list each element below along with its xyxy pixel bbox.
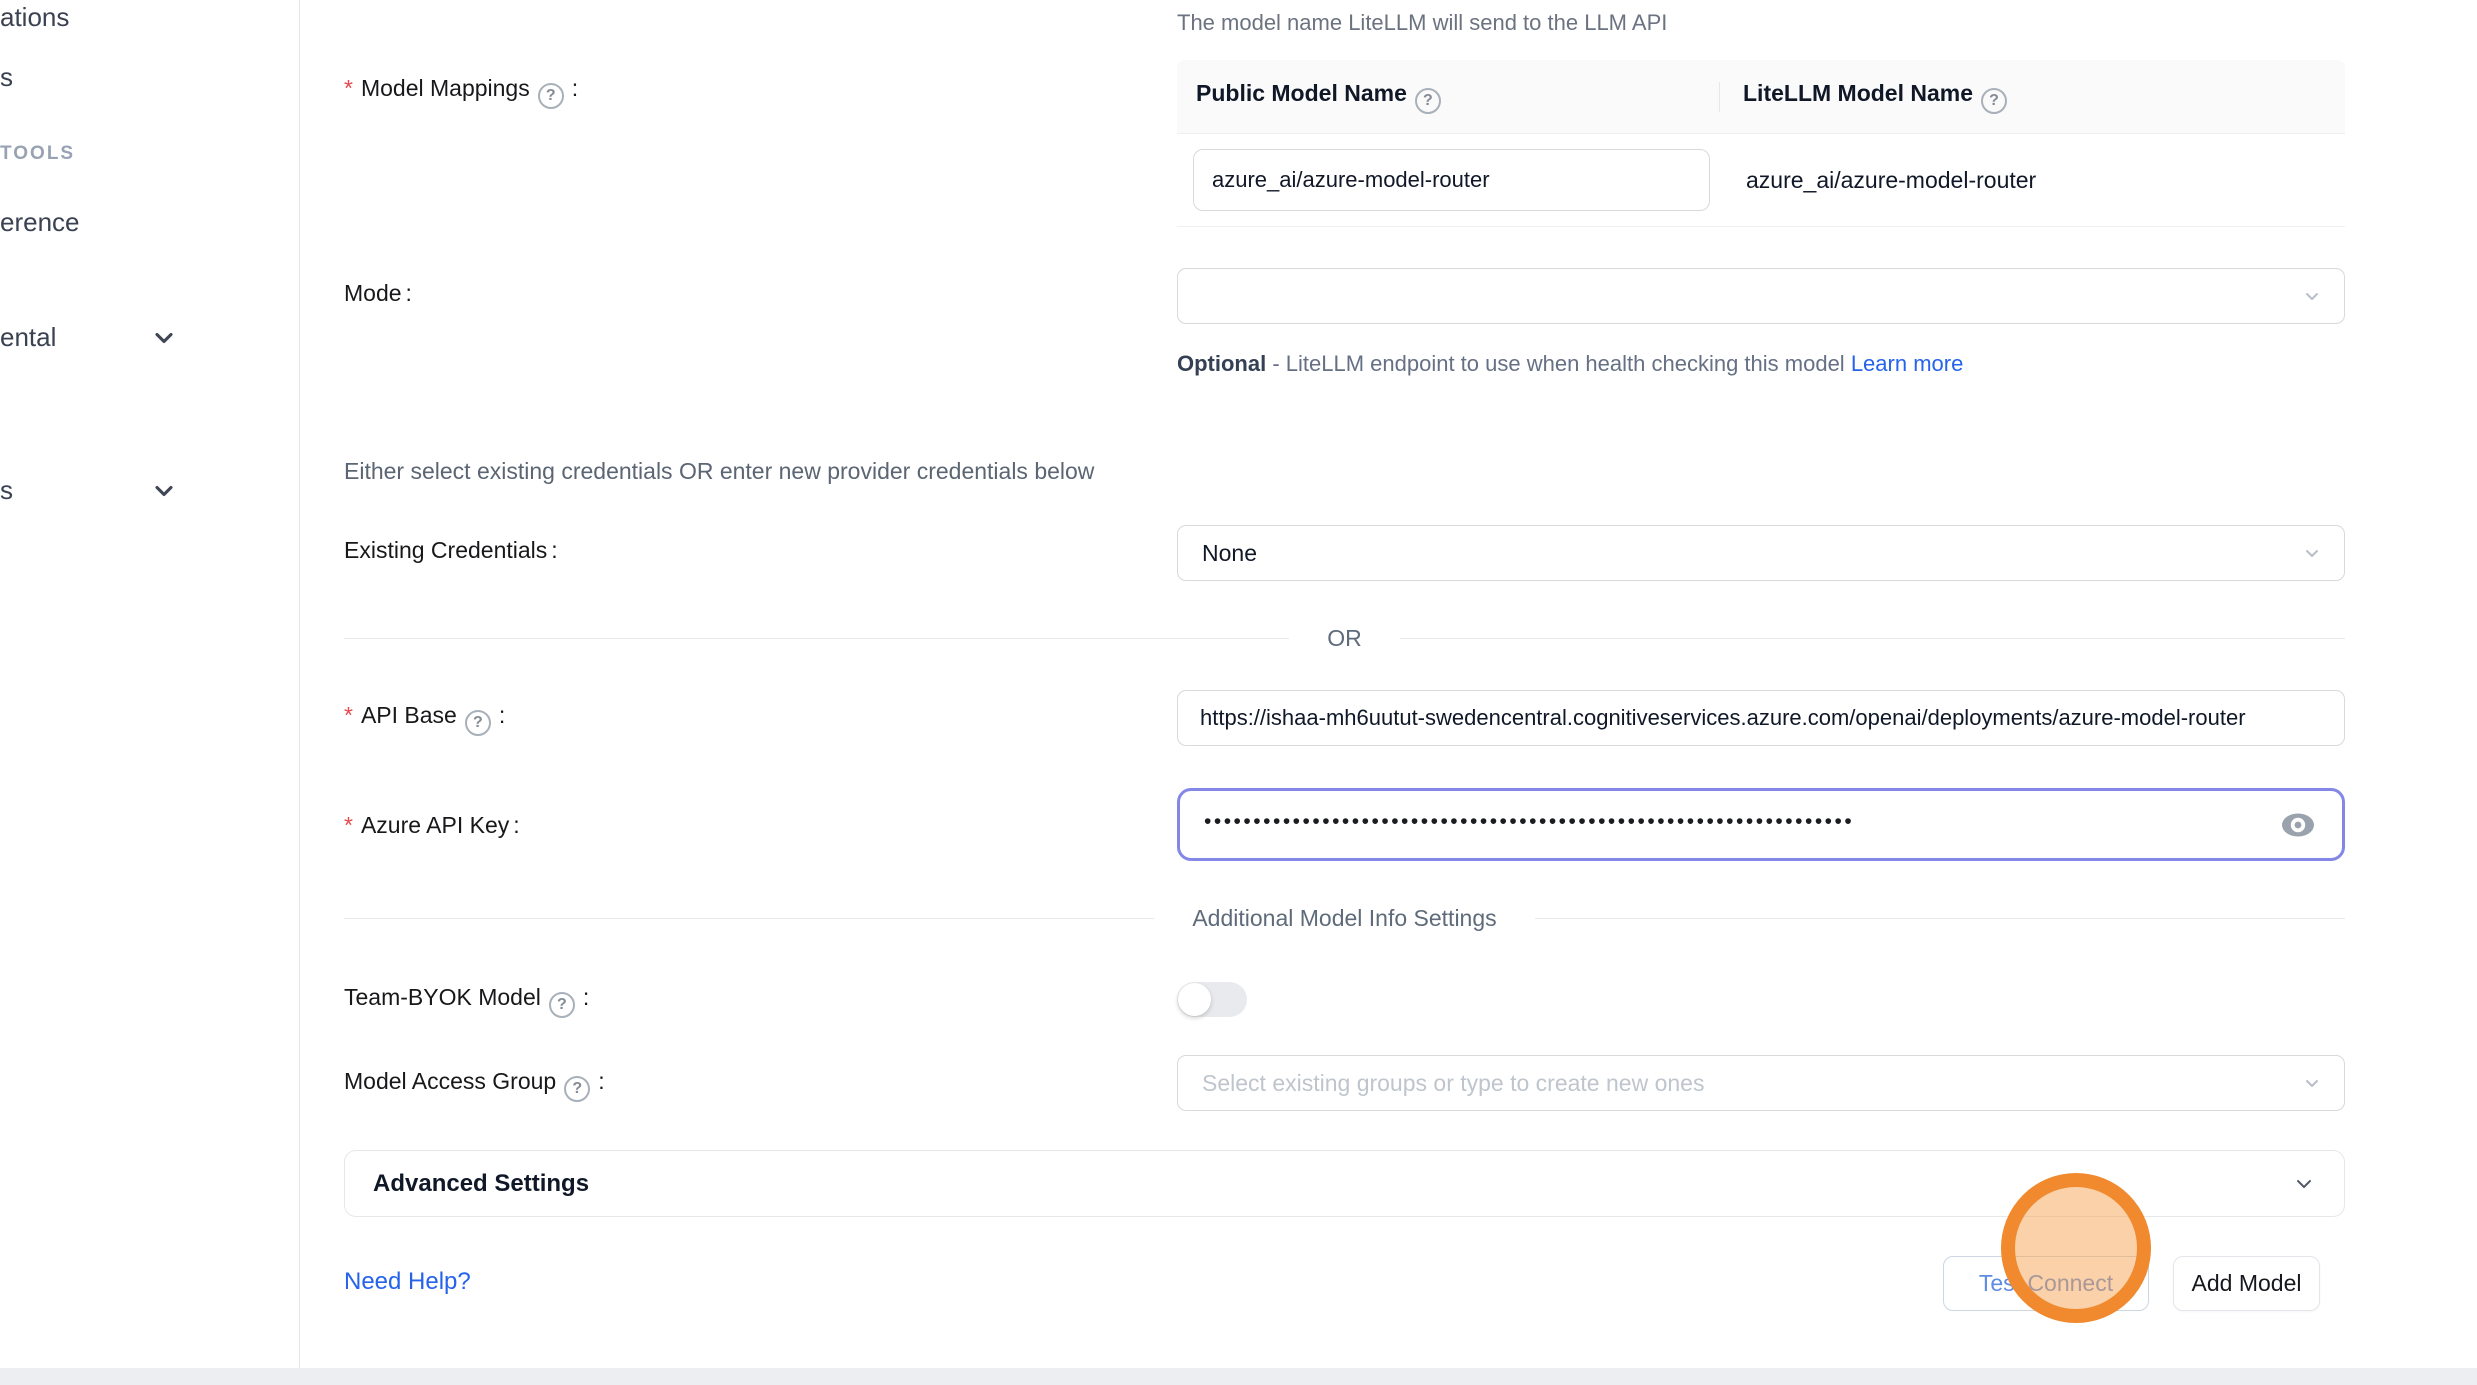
mode-label: Mode: bbox=[344, 280, 412, 307]
model-access-group-select[interactable]: Select existing groups or type to create… bbox=[1177, 1055, 2345, 1111]
existing-credentials-label: Existing Credentials: bbox=[344, 537, 558, 564]
help-icon[interactable]: ? bbox=[549, 992, 575, 1018]
add-model-page: ations s TOOLS erence ental s The model … bbox=[0, 0, 2477, 1385]
page-background-strip bbox=[0, 1368, 2477, 1385]
litellm-model-name-header: LiteLLM Model Name? bbox=[1719, 80, 2345, 114]
add-model-form: The model name LiteLLM will send to the … bbox=[300, 0, 2477, 1368]
mode-select[interactable] bbox=[1177, 268, 2345, 324]
help-icon[interactable]: ? bbox=[564, 1076, 590, 1102]
chevron-down-icon bbox=[2302, 1073, 2322, 1093]
sidebar-item-experimental[interactable]: ental bbox=[0, 322, 56, 353]
litellm-model-name-value: azure_ai/azure-model-router bbox=[1719, 167, 2345, 194]
or-divider: OR bbox=[344, 625, 2345, 652]
model-access-group-placeholder: Select existing groups or type to create… bbox=[1202, 1070, 1704, 1097]
help-icon[interactable]: ? bbox=[465, 710, 491, 736]
existing-credentials-select[interactable]: None bbox=[1177, 525, 2345, 581]
chevron-down-icon bbox=[2302, 543, 2322, 563]
public-model-name-header: Public Model Name? bbox=[1177, 80, 1719, 114]
required-asterisk: * bbox=[344, 702, 353, 728]
api-base-input[interactable] bbox=[1177, 690, 2345, 746]
sidebar-item-api-reference[interactable]: erence bbox=[0, 207, 80, 238]
chevron-down-icon[interactable] bbox=[150, 324, 178, 352]
toggle-knob bbox=[1178, 983, 1211, 1016]
model-access-group-label: Model Access Group?: bbox=[344, 1068, 605, 1102]
team-byok-label: Team-BYOK Model?: bbox=[344, 984, 589, 1018]
chevron-down-icon bbox=[2302, 286, 2322, 306]
model-mappings-table: Public Model Name? LiteLLM Model Name? a… bbox=[1177, 60, 2345, 227]
table-row: azure_ai/azure-model-router bbox=[1177, 134, 2345, 226]
sidebar-section-tools: TOOLS bbox=[0, 143, 75, 165]
public-model-name-input[interactable] bbox=[1193, 149, 1710, 211]
column-divider bbox=[1719, 82, 1720, 112]
masked-api-key: ••••••••••••••••••••••••••••••••••••••••… bbox=[1204, 810, 2278, 834]
api-base-label: *API Base?: bbox=[344, 702, 505, 736]
table-header-row: Public Model Name? LiteLLM Model Name? bbox=[1177, 60, 2345, 134]
help-icon[interactable]: ? bbox=[1981, 88, 2007, 114]
model-mappings-label: *Model Mappings?: bbox=[344, 75, 578, 109]
learn-more-link[interactable]: Learn more bbox=[1851, 351, 1964, 376]
chevron-down-icon[interactable] bbox=[150, 477, 178, 505]
help-icon[interactable]: ? bbox=[1415, 88, 1441, 114]
mode-helper-text: Optional - LiteLLM endpoint to use when … bbox=[1177, 344, 1989, 384]
chevron-down-icon bbox=[2292, 1172, 2316, 1196]
sidebar: ations s TOOLS erence ental s bbox=[0, 0, 300, 1368]
test-connect-button[interactable]: Test Connect bbox=[1943, 1256, 2149, 1311]
need-help-link[interactable]: Need Help? bbox=[344, 1268, 471, 1296]
existing-credentials-value: None bbox=[1202, 540, 1257, 567]
help-icon[interactable]: ? bbox=[538, 83, 564, 109]
azure-api-key-input[interactable]: ••••••••••••••••••••••••••••••••••••••••… bbox=[1177, 788, 2345, 861]
team-byok-toggle[interactable] bbox=[1177, 982, 1247, 1017]
add-model-button[interactable]: Add Model bbox=[2173, 1256, 2320, 1311]
advanced-settings-title: Advanced Settings bbox=[373, 1170, 2292, 1198]
credentials-note: Either select existing credentials OR en… bbox=[344, 458, 1094, 485]
litellm-model-name-helper: The model name LiteLLM will send to the … bbox=[1177, 10, 1667, 36]
sidebar-item-settings[interactable]: s bbox=[0, 475, 13, 506]
sidebar-item-users[interactable]: s bbox=[0, 62, 13, 93]
required-asterisk: * bbox=[344, 812, 353, 838]
eye-icon[interactable] bbox=[2278, 805, 2318, 845]
advanced-settings-panel[interactable]: Advanced Settings bbox=[344, 1150, 2345, 1217]
required-asterisk: * bbox=[344, 75, 353, 101]
additional-model-info-divider: Additional Model Info Settings bbox=[344, 905, 2345, 932]
sidebar-item-organizations[interactable]: ations bbox=[0, 2, 69, 33]
azure-api-key-label: *Azure API Key: bbox=[344, 812, 520, 839]
